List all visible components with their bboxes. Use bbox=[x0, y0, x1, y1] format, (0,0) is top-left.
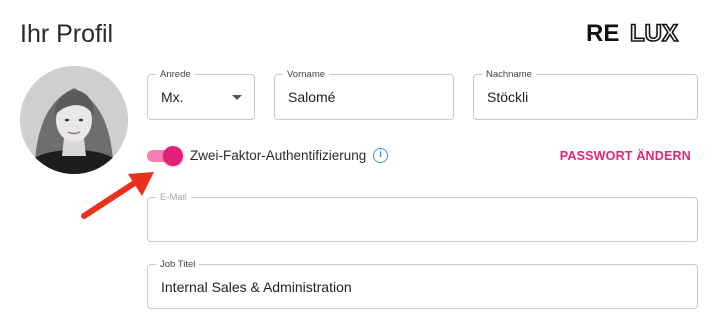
anrede-value: Mx. bbox=[161, 89, 184, 105]
vorname-value: Salomé bbox=[288, 89, 336, 105]
nachname-field[interactable]: Nachname Stöckli bbox=[473, 69, 698, 120]
anrede-select[interactable]: Anrede Mx. bbox=[147, 69, 255, 120]
vorname-field[interactable]: Vorname Salomé bbox=[274, 69, 454, 120]
red-arrow-icon bbox=[81, 172, 154, 219]
logo-text-lux: LUX bbox=[629, 20, 679, 47]
job-title-label: Job Titel bbox=[156, 259, 200, 270]
vorname-label: Vorname bbox=[283, 69, 330, 80]
nachname-label: Nachname bbox=[482, 69, 536, 80]
change-password-link[interactable]: PASSWORT ÄNDERN bbox=[560, 149, 691, 163]
nachname-value: Stöckli bbox=[487, 89, 529, 105]
two-factor-label: Zwei-Faktor-Authentifizierung bbox=[190, 148, 367, 163]
email-field[interactable]: E-Mail bbox=[147, 192, 698, 242]
logo-text-re: RE bbox=[586, 20, 620, 47]
email-label: E-Mail bbox=[156, 192, 191, 203]
relux-logo: RE LUX bbox=[586, 20, 698, 47]
info-icon[interactable]: i bbox=[373, 148, 388, 163]
toggle-thumb bbox=[163, 146, 183, 166]
page-title: Ihr Profil bbox=[20, 20, 114, 48]
avatar-photo bbox=[20, 66, 128, 174]
job-title-value: Internal Sales & Administration bbox=[161, 278, 352, 295]
avatar[interactable] bbox=[20, 66, 128, 174]
two-factor-toggle[interactable] bbox=[147, 146, 183, 166]
job-title-field[interactable]: Job Titel Internal Sales & Administratio… bbox=[147, 259, 698, 309]
anrede-label: Anrede bbox=[156, 69, 195, 80]
chevron-down-icon bbox=[232, 95, 242, 100]
